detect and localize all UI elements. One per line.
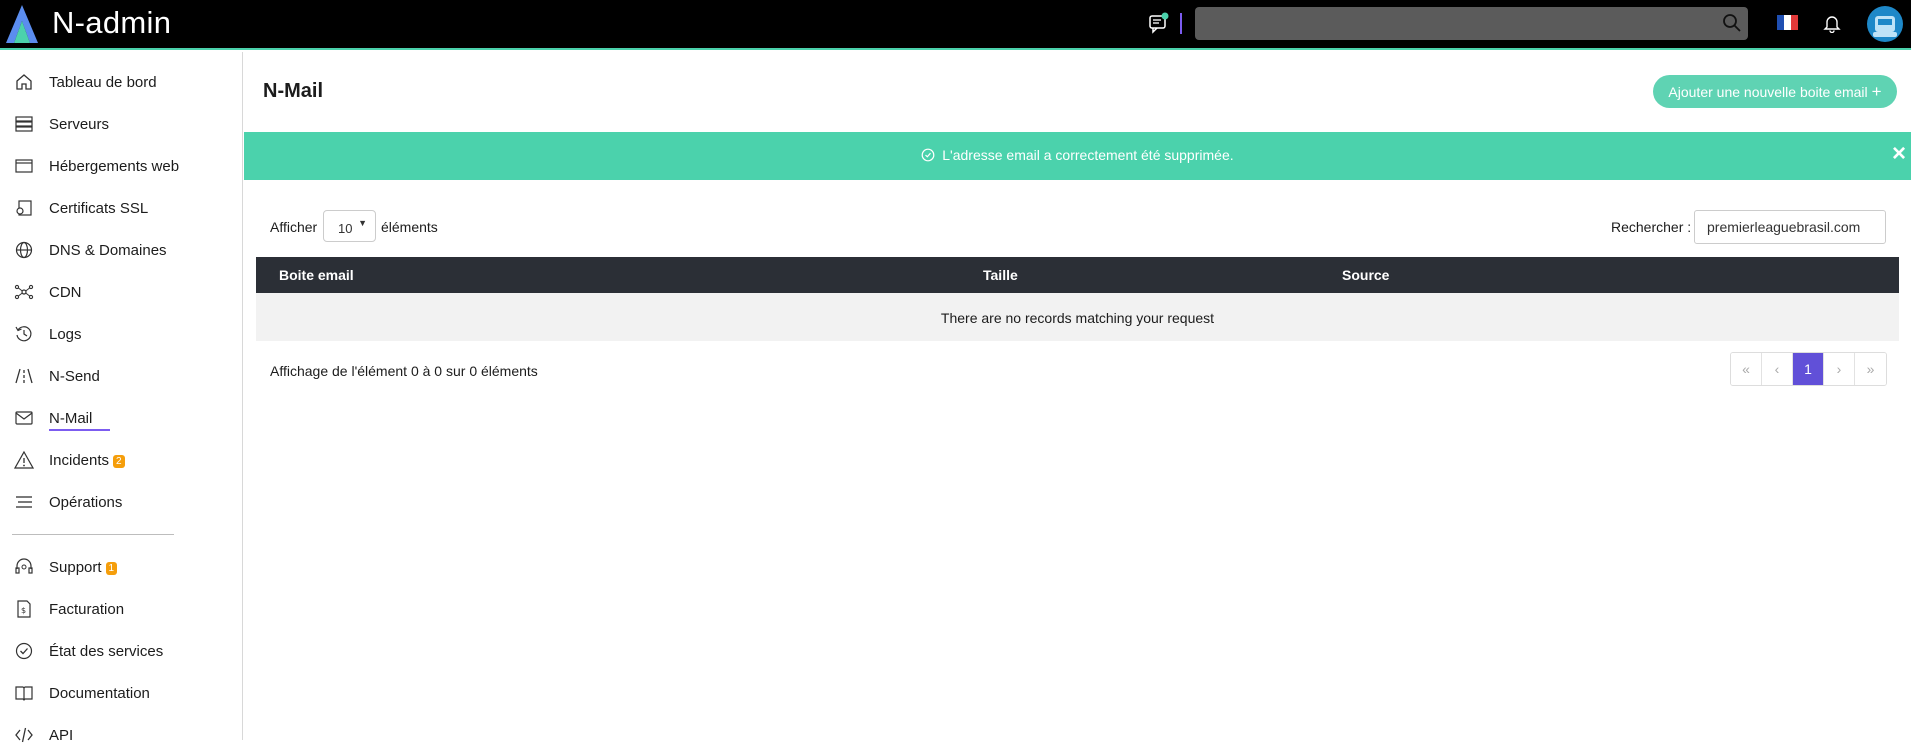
alert-message: L'adresse email a correctement été suppr… (942, 147, 1234, 163)
browser-icon (15, 159, 33, 173)
check-circle-icon (15, 642, 33, 660)
sidebar-item-documentation[interactable]: Documentation (0, 678, 243, 708)
globe-icon (15, 241, 33, 259)
sidebar-item-web-hosting[interactable]: Hébergements web (0, 151, 243, 181)
sidebar-item-support[interactable]: Support 1 (0, 552, 243, 582)
page-title: N-Mail (263, 80, 323, 102)
avatar[interactable] (1867, 6, 1903, 42)
chat-icon[interactable] (1148, 12, 1170, 34)
prev-page-button[interactable]: ‹ (1762, 353, 1793, 385)
page-button-1[interactable]: 1 (1793, 353, 1824, 385)
search-label: Rechercher : (1611, 219, 1692, 235)
active-indicator (49, 429, 110, 431)
incidents-badge: 2 (113, 454, 125, 468)
first-page-button[interactable]: « (1731, 353, 1762, 385)
sidebar-item-servers[interactable]: Serveurs (0, 109, 243, 139)
last-page-button[interactable]: » (1855, 353, 1886, 385)
history-icon (15, 326, 32, 342)
sidebar: Tableau de bord Serveurs Hébergements we… (0, 52, 243, 744)
sidebar-item-logs[interactable]: Logs (0, 319, 243, 349)
sidebar-item-dns[interactable]: DNS & Domaines (0, 235, 243, 265)
support-label: Support (49, 559, 102, 576)
table-empty-row: There are no records matching your reque… (256, 293, 1899, 341)
sidebar-item-label: État des services (49, 643, 164, 660)
sidebar-item-incidents[interactable]: Incidents 2 (0, 445, 243, 475)
book-icon (15, 686, 33, 701)
sidebar-item-label: N-Send (49, 368, 100, 385)
sidebar-item-label: Certificats SSL (49, 200, 149, 217)
check-circle-icon (921, 148, 935, 162)
sidebar-item-label: Facturation (49, 601, 125, 618)
sidebar-item-cdn[interactable]: CDN (0, 277, 243, 307)
invoice-icon: $ (17, 600, 31, 618)
length-suffix: éléments (381, 219, 438, 235)
sidebar-item-label: Opérations (49, 494, 123, 511)
list-icon (16, 496, 32, 508)
divider (1180, 13, 1182, 34)
sidebar-item-label: Tableau de bord (49, 74, 157, 91)
table-info: Affichage de l'élément 0 à 0 sur 0 éléme… (270, 363, 538, 379)
incidents-label: Incidents (49, 452, 110, 469)
sidebar-item-operations[interactable]: Opérations (0, 487, 243, 517)
page-length-select[interactable]: 10 ▼ (323, 210, 376, 242)
caret-down-icon: ▼ (358, 218, 367, 228)
main-content: N-Mail Ajouter une nouvelle boite email … (244, 52, 1911, 740)
add-mailbox-label: Ajouter une nouvelle boite email (1668, 83, 1868, 100)
road-icon (15, 368, 33, 384)
success-alert: L'adresse email a correctement été suppr… (244, 132, 1911, 180)
sidebar-item-label: DNS & Domaines (49, 242, 167, 259)
close-icon[interactable]: × (1892, 140, 1906, 168)
page-length-value: 10 (338, 221, 353, 236)
sidebar-divider (12, 534, 174, 535)
server-icon (15, 116, 33, 132)
sidebar-item-n-send[interactable]: N-Send (0, 361, 243, 391)
sidebar-item-label: N-Mail (49, 410, 93, 427)
column-header-size[interactable]: Taille (983, 267, 1018, 283)
sidebar-item-label: Hébergements web (49, 158, 180, 175)
code-icon (15, 727, 33, 743)
bell-icon[interactable] (1822, 13, 1842, 33)
svg-text:$: $ (21, 606, 26, 615)
add-mailbox-button[interactable]: Ajouter une nouvelle boite email + (1653, 75, 1897, 108)
length-prefix: Afficher (270, 219, 318, 235)
certificate-icon (16, 200, 32, 216)
sidebar-item-label: API (49, 727, 74, 744)
warning-icon (14, 450, 34, 469)
pagination: « ‹ 1 › » (1730, 352, 1887, 386)
sidebar-item-label: Support 1 (49, 559, 118, 576)
sidebar-item-label: Documentation (49, 685, 150, 702)
sidebar-item-label: Incidents 2 (49, 452, 125, 469)
top-bar: N-admin (0, 0, 1911, 50)
global-search-input[interactable] (1195, 7, 1748, 40)
next-page-button[interactable]: › (1824, 353, 1855, 385)
flag-fr-icon[interactable] (1777, 15, 1798, 30)
search-icon[interactable] (1722, 13, 1742, 33)
sidebar-item-status[interactable]: État des services (0, 636, 243, 666)
sidebar-item-api[interactable]: API (0, 720, 243, 750)
table-header: Boite email Taille Source (256, 257, 1899, 293)
sidebar-item-billing[interactable]: $ Facturation (0, 594, 243, 624)
table-search-input[interactable] (1694, 210, 1886, 244)
sidebar-item-label: Serveurs (49, 116, 110, 133)
support-badge: 1 (105, 561, 118, 575)
column-header-mailbox[interactable]: Boite email (279, 267, 354, 283)
headset-icon (15, 558, 33, 574)
sidebar-item-label: CDN (49, 284, 82, 301)
sidebar-item-ssl[interactable]: Certificats SSL (0, 193, 243, 223)
sidebar-item-n-mail[interactable]: N-Mail (0, 403, 243, 433)
column-header-source[interactable]: Source (1342, 267, 1389, 283)
logo-icon[interactable] (4, 3, 40, 45)
network-icon (14, 284, 34, 300)
brand-name[interactable]: N-admin (52, 5, 171, 41)
mail-icon (15, 411, 33, 425)
sidebar-item-label: Logs (49, 326, 82, 343)
sidebar-item-dashboard[interactable]: Tableau de bord (0, 67, 243, 97)
plus-icon: + (1871, 81, 1882, 101)
home-icon (16, 74, 32, 90)
